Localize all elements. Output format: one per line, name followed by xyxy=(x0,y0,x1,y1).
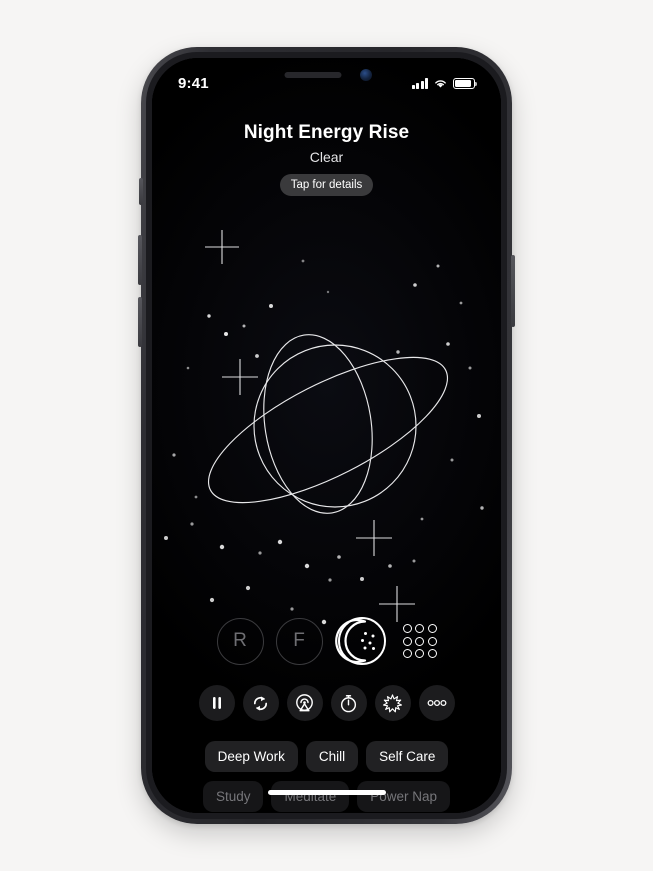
screen-header: Night Energy Rise Clear Tap for details xyxy=(152,122,501,196)
more-button[interactable] xyxy=(418,685,455,721)
dot-grid-icon[interactable] xyxy=(402,624,437,658)
badge-row: R F xyxy=(152,614,501,668)
phone-device: 9:41 Night Energy Rise Clear Tap for det… xyxy=(138,47,515,824)
airplay-button[interactable] xyxy=(286,685,323,721)
screenshot-stage: 9:41 Night Energy Rise Clear Tap for det… xyxy=(0,0,653,871)
badge-f[interactable]: F xyxy=(275,617,323,665)
battery-icon xyxy=(453,78,478,89)
chip-meditate[interactable]: Meditate xyxy=(271,781,350,812)
chip-deep-work[interactable]: Deep Work xyxy=(204,741,298,772)
home-indicator[interactable] xyxy=(267,790,386,795)
badge-r[interactable]: R xyxy=(216,617,264,665)
loop-button[interactable] xyxy=(242,685,279,721)
page-subtitle: Clear xyxy=(309,149,344,165)
sparkle-burst-icon xyxy=(383,693,402,712)
timer-button[interactable] xyxy=(330,685,367,721)
chip-row-secondary: Study Meditate Power Nap xyxy=(152,781,501,812)
chip-chill[interactable]: Chill xyxy=(305,741,359,772)
stopwatch-icon xyxy=(340,694,357,712)
page-title: Night Energy Rise xyxy=(243,122,410,143)
playback-toolbar xyxy=(152,685,501,721)
moon-stars-icon[interactable] xyxy=(334,614,389,668)
status-time: 9:41 xyxy=(178,75,209,92)
chip-self-care[interactable]: Self Care xyxy=(366,741,449,772)
refresh-loop-icon xyxy=(253,695,268,711)
volume-down-button[interactable] xyxy=(138,297,142,347)
status-bar: 9:41 xyxy=(152,58,501,100)
more-dots-icon xyxy=(427,699,446,707)
volume-up-button[interactable] xyxy=(138,235,142,285)
chip-study[interactable]: Study xyxy=(202,781,264,812)
power-button[interactable] xyxy=(511,255,515,327)
pause-button[interactable] xyxy=(198,685,235,721)
status-indicators xyxy=(411,69,478,89)
saturn-illustration xyxy=(152,208,501,638)
effects-button[interactable] xyxy=(374,685,411,721)
tap-for-details-button[interactable]: Tap for details xyxy=(279,174,374,196)
chip-row-primary: Deep Work Chill Self Care xyxy=(152,741,501,772)
pause-icon xyxy=(212,697,221,709)
phone-screen: 9:41 Night Energy Rise Clear Tap for det… xyxy=(152,58,501,813)
preset-chips: Deep Work Chill Self Care Study Meditate… xyxy=(152,741,501,813)
wifi-icon xyxy=(435,80,446,88)
silent-switch[interactable] xyxy=(139,178,143,205)
chip-power-nap[interactable]: Power Nap xyxy=(357,781,451,812)
cellular-signal-icon xyxy=(411,78,428,89)
airplay-icon xyxy=(296,693,313,711)
